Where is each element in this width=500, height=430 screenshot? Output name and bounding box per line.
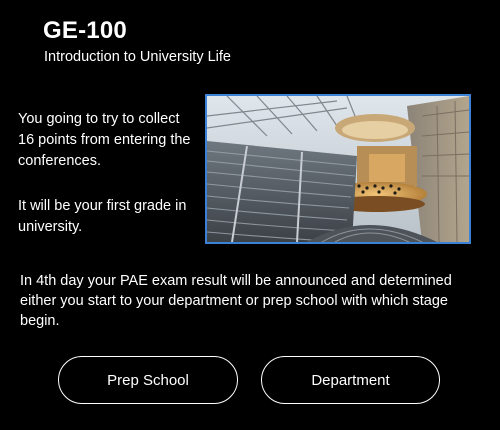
course-code: GE-100 [43,17,127,44]
prep-school-button[interactable]: Prep School [58,356,238,404]
points-paragraph: You going to try to collect 16 points fr… [18,111,191,169]
first-grade-paragraph: It will be your first grade in universit… [18,198,187,235]
exam-info-paragraph: In 4th day your PAE exam result will be … [20,273,452,329]
auditorium-photo [205,94,471,244]
course-name: Introduction to University Life [44,49,231,65]
department-button[interactable]: Department [261,356,440,404]
